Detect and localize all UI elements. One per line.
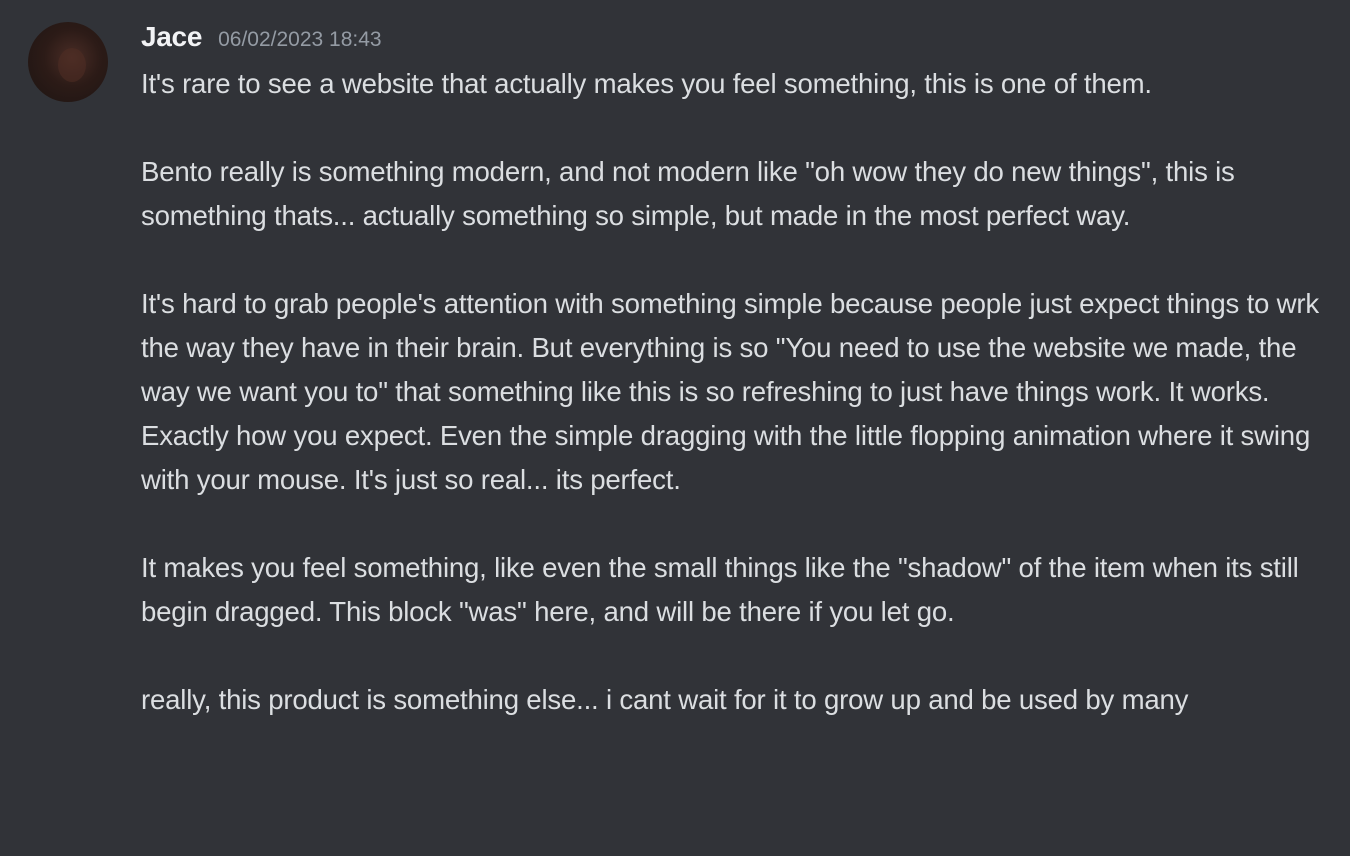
message-paragraph: really, this product is something else..… bbox=[141, 684, 1189, 715]
user-avatar[interactable] bbox=[28, 22, 108, 102]
message-paragraph: It's rare to see a website that actually… bbox=[141, 68, 1152, 99]
message-paragraph: It makes you feel something, like even t… bbox=[141, 552, 1299, 627]
message-paragraph: Bento really is something modern, and no… bbox=[141, 156, 1235, 231]
message-timestamp[interactable]: 06/02/2023 18:43 bbox=[218, 28, 382, 52]
message-paragraph: It's hard to grab people's attention wit… bbox=[141, 288, 1319, 495]
message-header: Jace 06/02/2023 18:43 bbox=[141, 21, 382, 61]
message-content: It's rare to see a website that actually… bbox=[141, 62, 1331, 722]
chat-message: Jace 06/02/2023 18:43 It's rare to see a… bbox=[0, 0, 1350, 856]
author-name[interactable]: Jace bbox=[141, 21, 202, 53]
